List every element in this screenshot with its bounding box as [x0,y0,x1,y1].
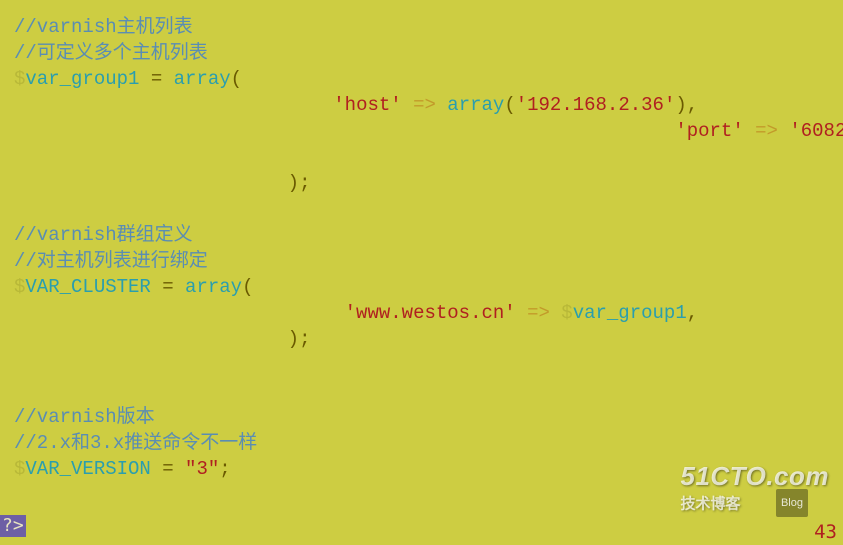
comment-line: //可定义多个主机列表 [14,42,208,64]
var-dollar: $ [561,302,572,324]
comment-line: //varnish主机列表 [14,16,193,38]
comma: , [687,94,698,116]
op-eq: = [151,458,185,480]
string-lit: '192.168.2.36' [516,94,676,116]
string-lit: "3" [185,458,219,480]
var-dollar: $ [14,276,25,298]
var-name: var_group1 [25,68,139,90]
watermark-blog-badge: Blog [776,489,808,517]
semicolon: ; [299,328,310,350]
array-kw: array [174,68,231,90]
arrow: => [516,302,562,324]
arrow: => [402,94,448,116]
var-name: VAR_CLUSTER [25,276,150,298]
comment-line: //2.x和3.x推送命令不一样 [14,432,257,454]
code-block: //varnish主机列表 //可定义多个主机列表 $var_group1 = … [0,0,843,482]
watermark-main: 51CTO.com [680,463,829,489]
string-lit: 'port' [675,120,743,142]
comment-line: //varnish群组定义 [14,224,193,246]
op-eq: = [139,68,173,90]
semicolon: ; [219,458,230,480]
var-name: VAR_VERSION [25,458,150,480]
array-kw: array [185,276,242,298]
comment-line: //varnish版本 [14,406,155,428]
array-kw: array [447,94,504,116]
var-name: var_group1 [573,302,687,324]
paren: ( [242,276,253,298]
comma: , [687,302,698,324]
comment-line: //对主机列表进行绑定 [14,250,208,272]
php-close-tag: ?> [0,515,26,537]
watermark-sub: 技术博客 [680,495,740,512]
paren: ( [231,68,242,90]
string-lit: 'host' [333,94,401,116]
string-lit: 'www.westos.cn' [345,302,516,324]
string-lit: '6082' [789,120,843,142]
watermark: 51CTO.com 技术博客 Blog [680,463,829,518]
op-eq: = [151,276,185,298]
paren: ( [504,94,515,116]
line-number: 43 [814,519,837,545]
paren: ) [675,94,686,116]
var-dollar: $ [14,68,25,90]
paren: ) [288,328,299,350]
arrow: => [744,120,790,142]
var-dollar: $ [14,458,25,480]
semicolon: ; [299,172,310,194]
paren: ) [288,172,299,194]
